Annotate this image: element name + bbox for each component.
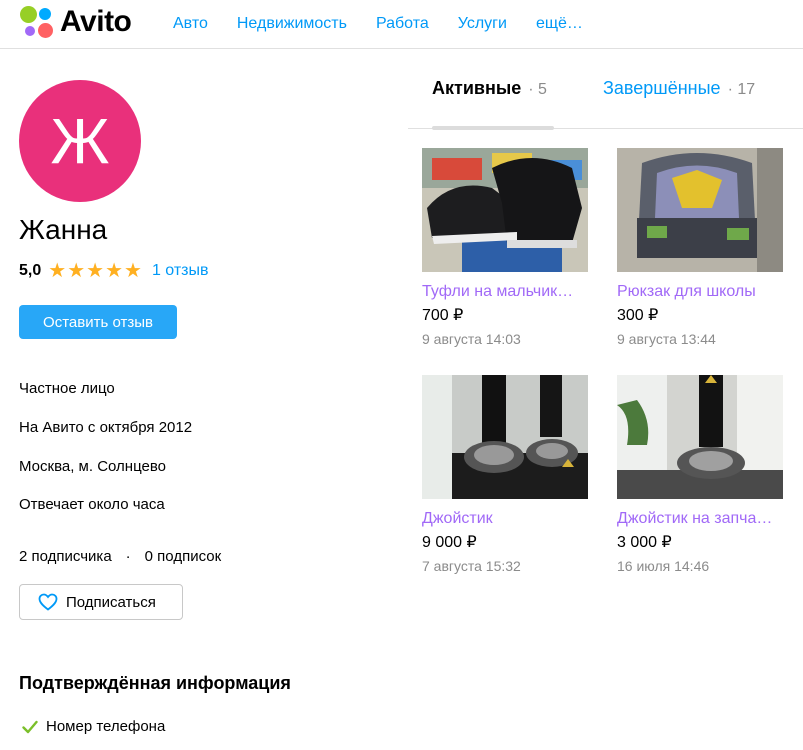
rating-row: 5,0 ★ ★ ★ ★ ★ 1 отзыв bbox=[19, 259, 209, 283]
rating-value: 5,0 bbox=[19, 262, 42, 279]
tab-completed-count: · 17 bbox=[727, 81, 756, 98]
tab-active-label: Активные bbox=[432, 78, 522, 98]
logo-text: Avito bbox=[60, 5, 132, 38]
main-nav: Авто Недвижимость Работа Услуги ещё… bbox=[173, 15, 612, 33]
subscriptions-row: 2 подписчика · 0 подписок bbox=[19, 548, 221, 565]
subscribe-button[interactable]: Подписаться bbox=[19, 584, 183, 620]
header: Avito Авто Недвижимость Работа Услуги ещ… bbox=[0, 0, 803, 49]
following-count[interactable]: 0 подписок bbox=[145, 548, 221, 565]
verified-info-title: Подтверждённая информация bbox=[19, 673, 291, 693]
reviews-link[interactable]: 1 отзыв bbox=[152, 262, 209, 280]
listing-card[interactable]: Джойстик 9 000 ₽ 7 августа 15:32 bbox=[422, 375, 592, 574]
verified-item-phone: Номер телефона bbox=[22, 718, 165, 735]
nav-link-services[interactable]: Услуги bbox=[458, 15, 507, 33]
active-tab-indicator bbox=[432, 126, 554, 130]
logo-dots-icon bbox=[18, 4, 58, 40]
member-since: На Авито с октября 2012 bbox=[19, 419, 193, 436]
listing-title[interactable]: Джойстик на запча… bbox=[617, 510, 787, 528]
nav-link-jobs[interactable]: Работа bbox=[376, 15, 429, 33]
avito-logo[interactable]: Avito bbox=[18, 4, 132, 40]
listing-price: 9 000 ₽ bbox=[422, 534, 477, 551]
listing-card[interactable]: Джойстик на запча… 3 000 ₽ 16 июля 14:46 bbox=[617, 375, 787, 574]
listing-card[interactable]: Туфли на мальчик… 700 ₽ 9 августа 14:03 bbox=[422, 148, 592, 347]
listing-date: 7 августа 15:32 bbox=[422, 558, 521, 574]
seller-type: Частное лицо bbox=[19, 380, 115, 397]
listing-title[interactable]: Туфли на мальчик… bbox=[422, 283, 592, 301]
response-time: Отвечает около часа bbox=[19, 496, 165, 513]
verified-item-label: Номер телефона bbox=[46, 718, 166, 735]
star-icon: ★ bbox=[124, 260, 142, 282]
shoes-photo[interactable] bbox=[422, 148, 588, 272]
listing-price: 700 ₽ bbox=[422, 307, 464, 324]
followers-count[interactable]: 2 подписчика bbox=[19, 548, 112, 565]
listing-date: 9 августа 14:03 bbox=[422, 331, 521, 347]
listing-price: 3 000 ₽ bbox=[617, 534, 672, 551]
listing-title[interactable]: Джойстик bbox=[422, 510, 592, 528]
avatar: Ж bbox=[19, 80, 141, 202]
nav-link-realty[interactable]: Недвижимость bbox=[237, 15, 347, 33]
nav-link-auto[interactable]: Авто bbox=[173, 15, 208, 33]
heart-icon bbox=[38, 593, 58, 611]
star-icon: ★ bbox=[105, 260, 123, 282]
star-icon: ★ bbox=[67, 260, 86, 282]
listing-price: 300 ₽ bbox=[617, 307, 659, 324]
listing-title[interactable]: Рюкзак для школы bbox=[617, 283, 787, 301]
listing-card[interactable]: Рюкзак для школы 300 ₽ 9 августа 13:44 bbox=[617, 148, 787, 347]
joystick-parts-photo[interactable] bbox=[617, 375, 783, 499]
nav-link-more[interactable]: ещё… bbox=[536, 15, 583, 33]
listing-tabs: Активные · 5 Завершённые · 17 bbox=[408, 67, 803, 130]
tab-active-count: · 5 bbox=[528, 81, 547, 98]
profile-name: Жанна bbox=[19, 214, 108, 245]
tab-completed[interactable]: Завершённые · 17 bbox=[603, 78, 755, 99]
listing-date: 9 августа 13:44 bbox=[617, 331, 716, 347]
checkmark-icon bbox=[22, 720, 38, 733]
star-icon: ★ bbox=[86, 260, 105, 282]
backpack-photo[interactable] bbox=[617, 148, 783, 272]
tab-active[interactable]: Активные · 5 bbox=[432, 78, 547, 99]
leave-review-button[interactable]: Оставить отзыв bbox=[19, 305, 177, 339]
subscribe-label: Подписаться bbox=[66, 593, 156, 611]
separator: · bbox=[125, 548, 131, 565]
location: Москва, м. Солнцево bbox=[19, 458, 166, 475]
listing-date: 16 июля 14:46 bbox=[617, 558, 710, 574]
tab-completed-label: Завершённые bbox=[603, 78, 721, 98]
star-icon: ★ bbox=[48, 260, 67, 282]
joystick-photo[interactable] bbox=[422, 375, 588, 499]
